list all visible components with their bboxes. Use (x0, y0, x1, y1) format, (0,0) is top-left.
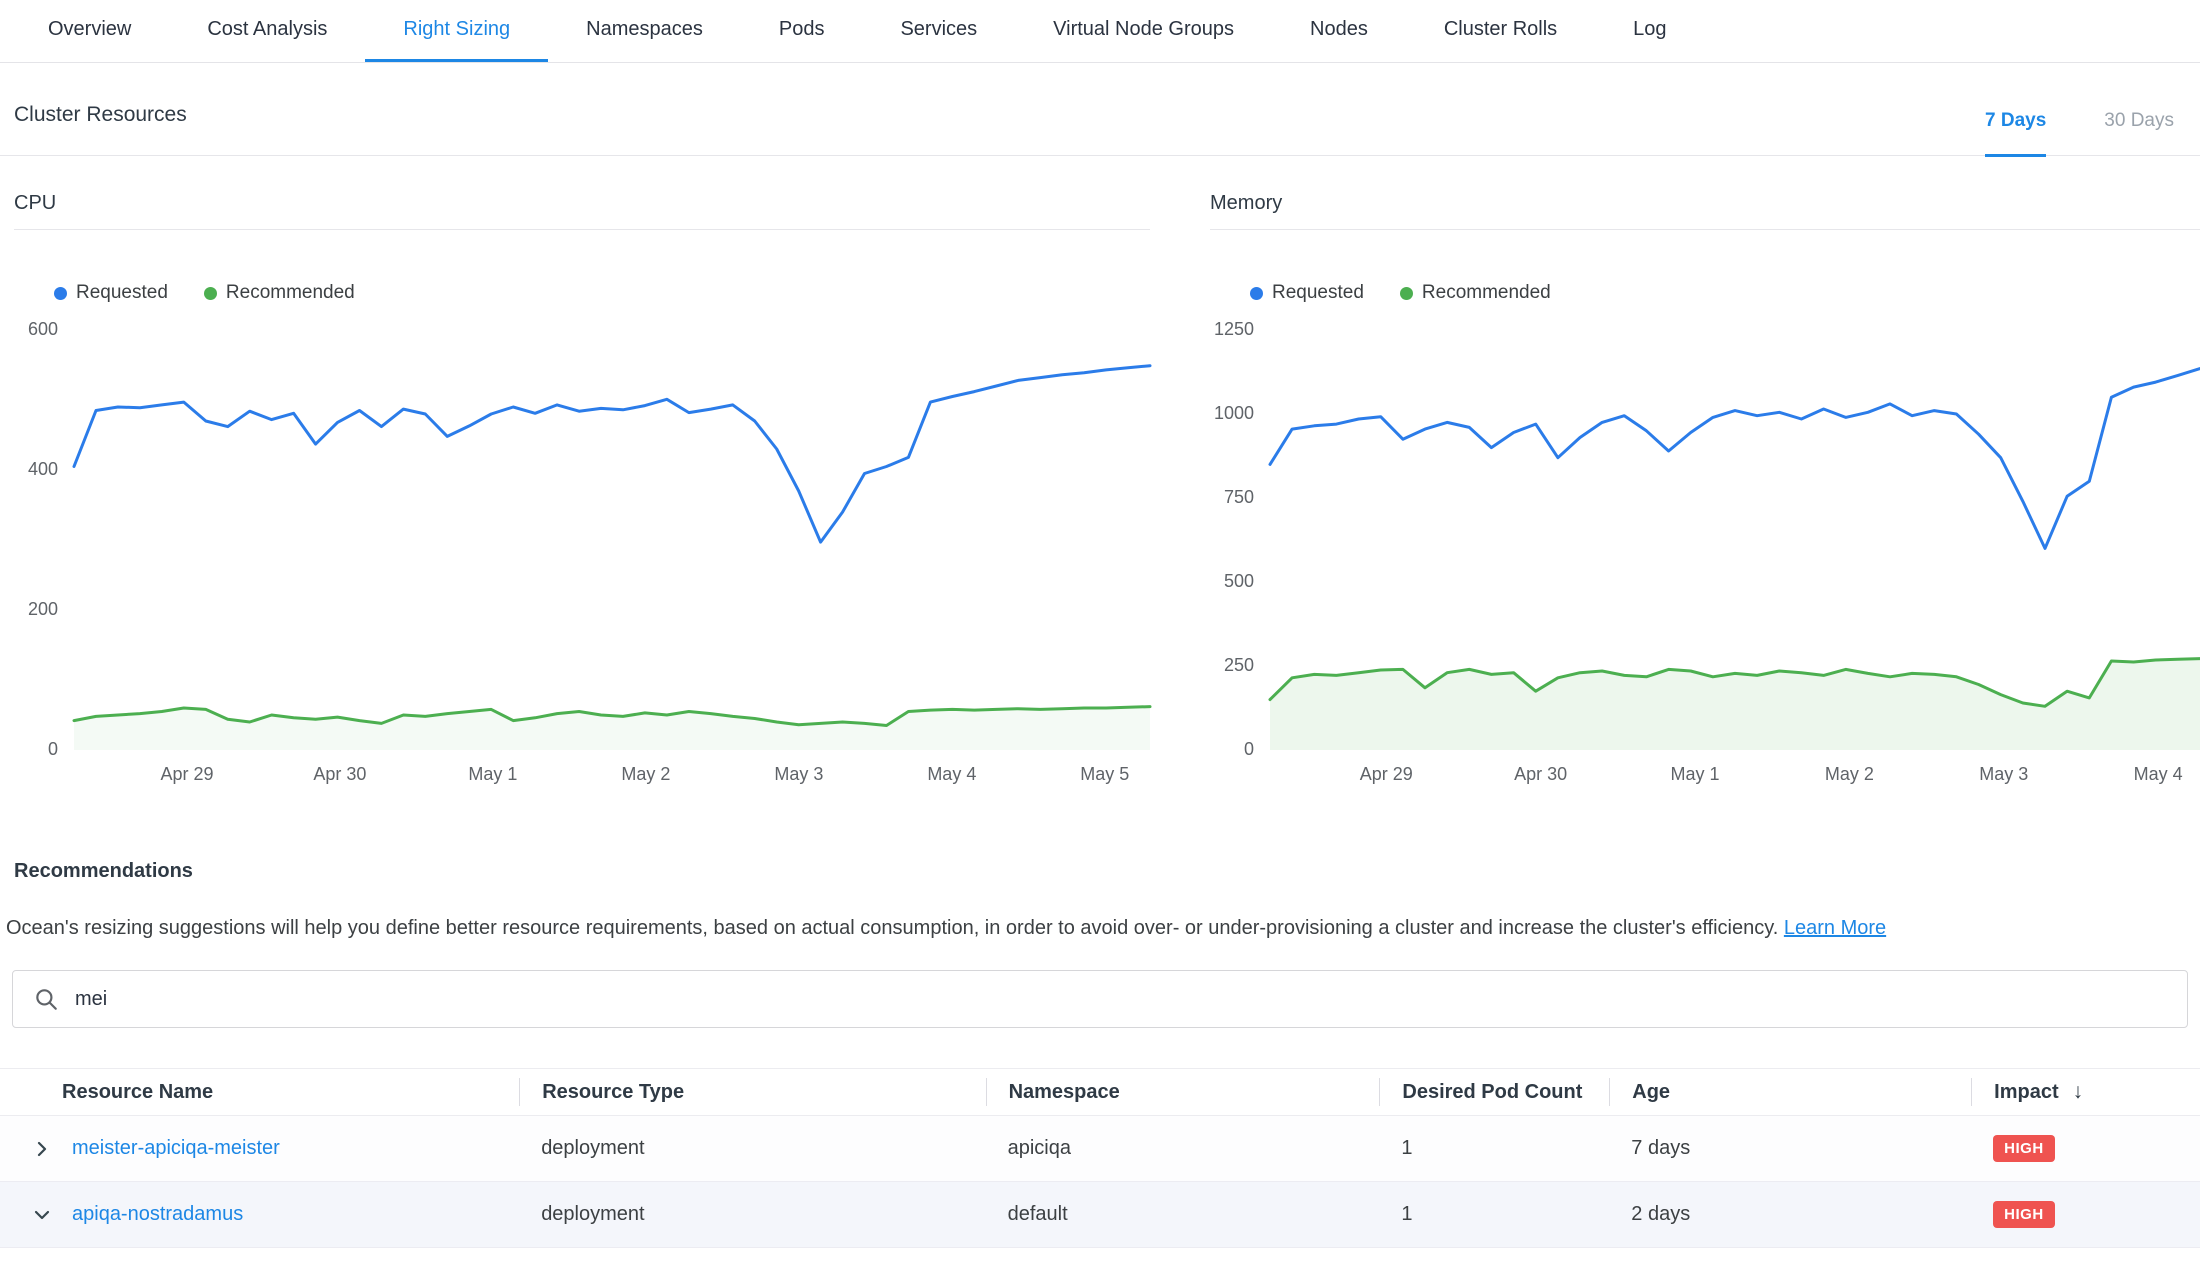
column-age: Age (1609, 1078, 1971, 1106)
cpu-plot (74, 330, 1150, 750)
memory-x-axis: Apr 29Apr 30May 1May 2May 3May 4 (1270, 750, 2200, 796)
memory-legend-recommended[interactable]: Recommended (1400, 282, 1551, 304)
tab-cost-analysis[interactable]: Cost Analysis (169, 0, 365, 62)
cpu-chart-panel: CPU Requested Recommended 0200400600 Apr… (14, 192, 1150, 796)
cpu-legend-requested[interactable]: Requested (54, 282, 168, 304)
tab-nodes[interactable]: Nodes (1272, 0, 1406, 62)
memory-plot (1270, 330, 2200, 750)
requested-dot-icon (54, 287, 67, 300)
recommendations-title: Recommendations (14, 860, 2200, 883)
cpu-x-axis: Apr 29Apr 30May 1May 2May 3May 4May 5 (74, 750, 1150, 796)
cpu-legend-recommended[interactable]: Recommended (204, 282, 355, 304)
recommendations-description: Ocean's resizing suggestions will help y… (6, 917, 2188, 940)
tab-pods[interactable]: Pods (741, 0, 863, 62)
table-row[interactable]: meister-apiciqa-meister deployment apici… (0, 1116, 2200, 1182)
column-namespace: Namespace (986, 1078, 1380, 1106)
recommendations-search (12, 970, 2188, 1028)
namespace-cell: apiciqa (986, 1137, 1380, 1160)
chevron-right-icon[interactable] (26, 1133, 58, 1165)
cluster-resources-title: Cluster Resources (14, 103, 187, 155)
tab-overview[interactable]: Overview (10, 0, 169, 62)
tab-log[interactable]: Log (1595, 0, 1704, 62)
column-impact[interactable]: Impact ↓ (1971, 1078, 2200, 1106)
recommended-dot-icon (204, 287, 217, 300)
range-30-days[interactable]: 30 Days (2104, 110, 2174, 157)
memory-y-axis: 025050075010001250 (1210, 330, 1270, 750)
range-7-days[interactable]: 7 Days (1985, 110, 2046, 157)
table-row[interactable]: apiqa-nostradamus deployment default 1 2… (0, 1182, 2200, 1248)
tab-cluster-rolls[interactable]: Cluster Rolls (1406, 0, 1595, 62)
learn-more-link[interactable]: Learn More (1784, 917, 1886, 939)
charts-row: CPU Requested Recommended 0200400600 Apr… (0, 192, 2200, 796)
recommended-dot-icon (1400, 287, 1413, 300)
memory-legend: Requested Recommended (1250, 282, 2200, 304)
sort-desc-icon[interactable]: ↓ (2073, 1078, 2084, 1106)
cluster-resources-header: Cluster Resources 7 Days 30 Days (0, 63, 2200, 156)
tab-right-sizing[interactable]: Right Sizing (365, 0, 548, 62)
tab-virtual-node-groups[interactable]: Virtual Node Groups (1015, 0, 1272, 62)
memory-legend-recommended-label: Recommended (1422, 282, 1551, 304)
column-impact-label: Impact (1994, 1078, 2058, 1106)
desired-pod-count-cell: 1 (1379, 1203, 1609, 1226)
top-tab-bar: Overview Cost Analysis Right Sizing Name… (0, 0, 2200, 63)
recommendations-description-text: Ocean's resizing suggestions will help y… (6, 917, 1778, 939)
cpu-legend-recommended-label: Recommended (226, 282, 355, 304)
memory-legend-requested[interactable]: Requested (1250, 282, 1364, 304)
age-cell: 7 days (1609, 1137, 1971, 1160)
column-resource-name: Resource Name (0, 1078, 519, 1106)
time-range-toggle: 7 Days 30 Days (1985, 110, 2174, 155)
resource-type-cell: deployment (519, 1137, 985, 1160)
memory-legend-requested-label: Requested (1272, 282, 1364, 304)
recommendations-table: Resource Name Resource Type Namespace De… (0, 1068, 2200, 1248)
search-input[interactable] (75, 988, 2167, 1011)
cpu-legend: Requested Recommended (54, 282, 1150, 304)
tab-services[interactable]: Services (862, 0, 1015, 62)
resource-type-cell: deployment (519, 1203, 985, 1226)
namespace-cell: default (986, 1203, 1380, 1226)
memory-chart-panel: Memory Requested Recommended 02505007501… (1210, 192, 2200, 796)
resource-name-link[interactable]: meister-apiciqa-meister (72, 1137, 280, 1160)
column-resource-type: Resource Type (519, 1078, 985, 1106)
desired-pod-count-cell: 1 (1379, 1137, 1609, 1160)
column-desired-pod-count: Desired Pod Count (1379, 1078, 1609, 1106)
impact-badge: HIGH (1993, 1201, 2055, 1228)
chevron-down-icon[interactable] (26, 1199, 58, 1231)
cpu-legend-requested-label: Requested (76, 282, 168, 304)
cpu-chart-title: CPU (14, 192, 1150, 230)
memory-chart-title: Memory (1210, 192, 2200, 230)
cpu-y-axis: 0200400600 (14, 330, 74, 750)
resource-name-link[interactable]: apiqa-nostradamus (72, 1203, 243, 1226)
requested-dot-icon (1250, 287, 1263, 300)
search-icon (33, 986, 59, 1012)
age-cell: 2 days (1609, 1203, 1971, 1226)
tab-namespaces[interactable]: Namespaces (548, 0, 741, 62)
impact-badge: HIGH (1993, 1135, 2055, 1162)
table-header-row: Resource Name Resource Type Namespace De… (0, 1068, 2200, 1116)
